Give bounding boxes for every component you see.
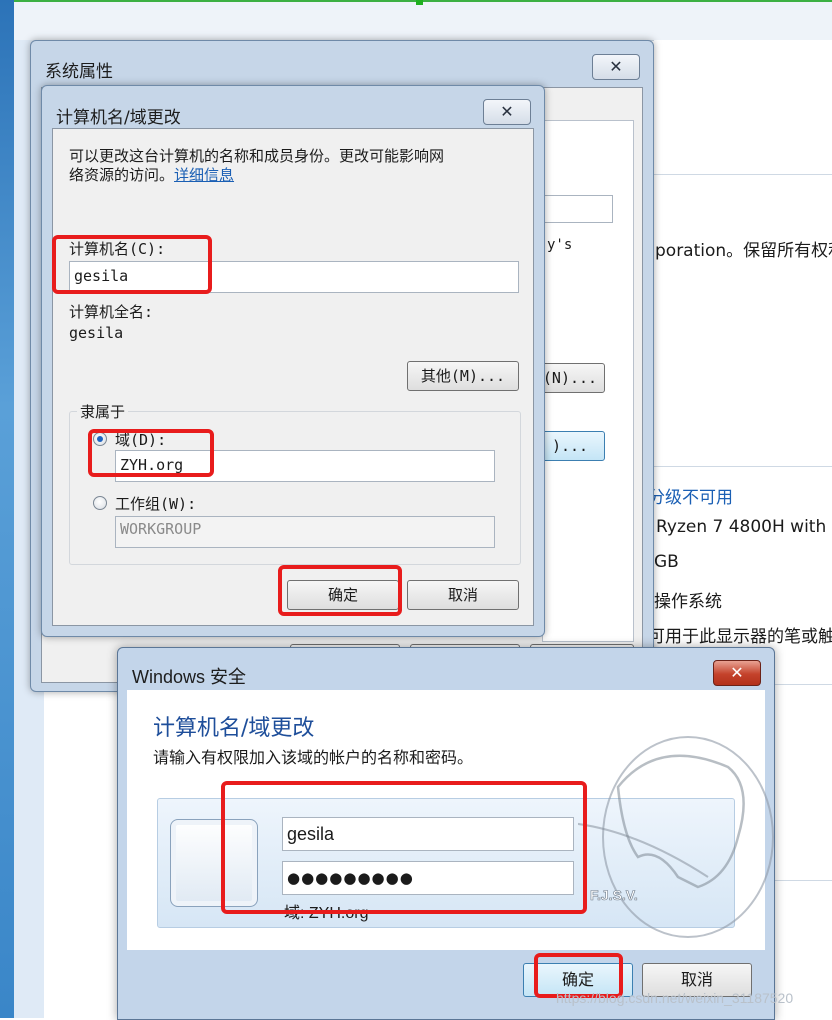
processor-text: Ryzen 7 4800H with bbox=[656, 517, 827, 537]
full-name-value: gesila bbox=[69, 324, 124, 342]
full-name-label: 计算机全名: bbox=[69, 303, 154, 321]
pen-touch-text: 可用于此显示器的笔或触 bbox=[648, 627, 832, 647]
workgroup-radio[interactable] bbox=[93, 496, 107, 510]
copyright-text: poration。保留所有权利 bbox=[655, 241, 832, 261]
highlight-box bbox=[88, 429, 214, 477]
memory-text: GB bbox=[654, 552, 679, 572]
close-icon[interactable]: ✕ bbox=[592, 54, 640, 80]
horse-logo-watermark: F.J.S.V. bbox=[578, 736, 774, 938]
description-field[interactable] bbox=[535, 195, 613, 223]
system-type-text: 操作系统 bbox=[654, 592, 722, 612]
cancel-button[interactable]: 取消 bbox=[407, 580, 519, 610]
security-title: Windows 安全 bbox=[132, 667, 247, 687]
description-line-2: 络资源的访问。详细信息 bbox=[69, 166, 235, 184]
desktop-edge bbox=[0, 0, 14, 1018]
computer-name-dialog: 计算机名/域更改 ✕ 可以更改这台计算机的名称和成员身份。更改可能影响网 络资源… bbox=[41, 85, 545, 637]
dialog-title: 计算机名/域更改 bbox=[56, 108, 181, 128]
workgroup-label: 工作组(W): bbox=[115, 495, 197, 513]
network-id-button[interactable]: )... bbox=[535, 431, 605, 461]
rating-link[interactable]: 分级不可用 bbox=[648, 483, 733, 508]
change-button[interactable]: (N)... bbox=[535, 363, 605, 393]
highlight-box bbox=[221, 781, 587, 914]
svg-text:F.J.S.V.: F.J.S.V. bbox=[590, 887, 638, 903]
workgroup-input: WORKGROUP bbox=[115, 516, 495, 548]
details-link[interactable]: 详细信息 bbox=[174, 166, 234, 184]
highlight-box bbox=[52, 235, 212, 294]
owner-text: y's bbox=[547, 237, 573, 253]
dialog-body: 可以更改这台计算机的名称和成员身份。更改可能影响网 络资源的访问。详细信息 计算… bbox=[52, 128, 534, 626]
divider bbox=[654, 174, 832, 175]
watermark-url: https://blog.csdn.net/weixin_31187520 bbox=[556, 990, 794, 1006]
security-subtitle: 请输入有权限加入该域的帐户的名称和密码。 bbox=[153, 748, 474, 767]
security-heading: 计算机名/域更改 bbox=[153, 716, 315, 741]
tab-page: y's (N)... )... bbox=[535, 120, 634, 642]
close-icon[interactable]: ✕ bbox=[483, 99, 531, 125]
member-of-label: 隶属于 bbox=[77, 401, 129, 422]
highlight-box bbox=[278, 565, 402, 616]
more-button[interactable]: 其他(M)... bbox=[407, 361, 519, 391]
divider bbox=[654, 466, 832, 467]
window-top-bar bbox=[14, 0, 832, 41]
description-line-1: 可以更改这台计算机的名称和成员身份。更改可能影响网 bbox=[69, 147, 445, 165]
window-title: 系统属性 bbox=[45, 62, 113, 82]
close-icon[interactable]: ✕ bbox=[713, 660, 761, 686]
